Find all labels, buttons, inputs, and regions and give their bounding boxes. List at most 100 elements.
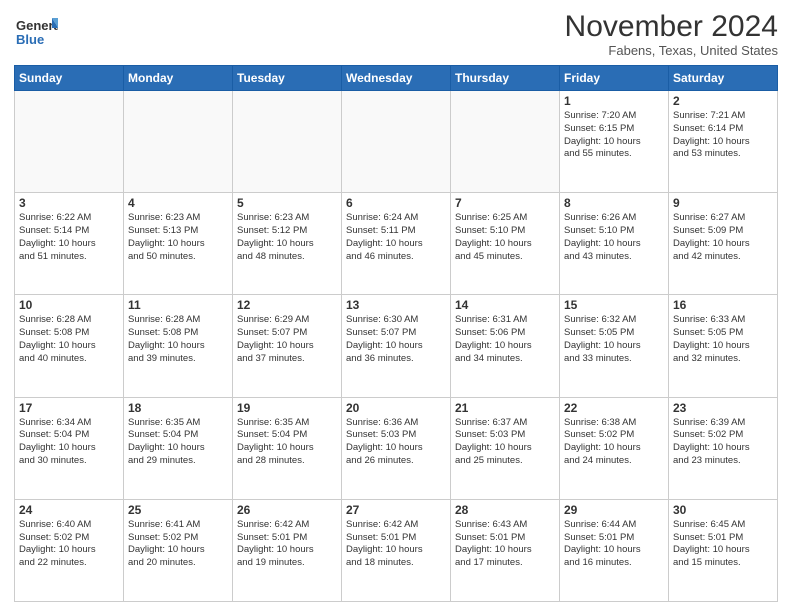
col-header-tuesday: Tuesday bbox=[233, 66, 342, 91]
cell-info: Sunrise: 6:45 AMSunset: 5:01 PMDaylight:… bbox=[673, 519, 773, 570]
day-number: 29 bbox=[564, 503, 664, 517]
calendar-cell bbox=[233, 91, 342, 193]
calendar-cell: 27 Sunrise: 6:42 AMSunset: 5:01 PMDayligh… bbox=[342, 499, 451, 601]
cell-info: Sunrise: 6:29 AMSunset: 5:07 PMDaylight:… bbox=[237, 314, 337, 365]
calendar-cell bbox=[342, 91, 451, 193]
cell-info: Sunrise: 6:44 AMSunset: 5:01 PMDaylight:… bbox=[564, 519, 664, 570]
cell-info: Sunrise: 6:23 AMSunset: 5:12 PMDaylight:… bbox=[237, 212, 337, 263]
day-number: 5 bbox=[237, 196, 337, 210]
calendar-cell: 5 Sunrise: 6:23 AMSunset: 5:12 PMDaylight… bbox=[233, 193, 342, 295]
day-number: 30 bbox=[673, 503, 773, 517]
calendar-cell: 4 Sunrise: 6:23 AMSunset: 5:13 PMDaylight… bbox=[124, 193, 233, 295]
calendar-header-row: SundayMondayTuesdayWednesdayThursdayFrid… bbox=[15, 66, 778, 91]
week-row-3: 17Sunrise: 6:34 AMSunset: 5:04 PMDayligh… bbox=[15, 397, 778, 499]
cell-info: Sunrise: 6:39 AMSunset: 5:02 PMDaylight:… bbox=[673, 417, 773, 468]
calendar-cell bbox=[15, 91, 124, 193]
calendar-cell: 29 Sunrise: 6:44 AMSunset: 5:01 PMDayligh… bbox=[560, 499, 669, 601]
day-number: 24 bbox=[19, 503, 119, 517]
cell-info: Sunrise: 7:20 AMSunset: 6:15 PMDaylight:… bbox=[564, 110, 664, 161]
calendar-cell: 19 Sunrise: 6:35 AMSunset: 5:04 PMDayligh… bbox=[233, 397, 342, 499]
day-number: 15 bbox=[564, 298, 664, 312]
calendar-body: 1 Sunrise: 7:20 AMSunset: 6:15 PMDaylight… bbox=[15, 91, 778, 602]
cell-info: Sunrise: 6:28 AMSunset: 5:08 PMDaylight:… bbox=[128, 314, 228, 365]
col-header-sunday: Sunday bbox=[15, 66, 124, 91]
day-number: 4 bbox=[128, 196, 228, 210]
day-number: 17 bbox=[19, 401, 119, 415]
calendar-cell: 20 Sunrise: 6:36 AMSunset: 5:03 PMDayligh… bbox=[342, 397, 451, 499]
day-number: 21 bbox=[455, 401, 555, 415]
location: Fabens, Texas, United States bbox=[565, 43, 778, 58]
calendar-cell: 14 Sunrise: 6:31 AMSunset: 5:06 PMDayligh… bbox=[451, 295, 560, 397]
cell-info: Sunrise: 6:37 AMSunset: 5:03 PMDaylight:… bbox=[455, 417, 555, 468]
calendar-cell: 24 Sunrise: 6:40 AMSunset: 5:02 PMDayligh… bbox=[15, 499, 124, 601]
cell-info: Sunrise: 6:43 AMSunset: 5:01 PMDaylight:… bbox=[455, 519, 555, 570]
header: General Blue November 2024 Fabens, Texas… bbox=[14, 10, 778, 59]
calendar-cell: 15 Sunrise: 6:32 AMSunset: 5:05 PMDayligh… bbox=[560, 295, 669, 397]
calendar-cell: 9Sunrise: 6:27 AMSunset: 5:09 PMDaylight… bbox=[669, 193, 778, 295]
day-number: 10 bbox=[19, 298, 119, 312]
cell-info: Sunrise: 6:42 AMSunset: 5:01 PMDaylight:… bbox=[346, 519, 446, 570]
calendar-cell: 8Sunrise: 6:26 AMSunset: 5:10 PMDaylight… bbox=[560, 193, 669, 295]
day-number: 3 bbox=[19, 196, 119, 210]
calendar-cell: 12 Sunrise: 6:29 AMSunset: 5:07 PMDayligh… bbox=[233, 295, 342, 397]
calendar-cell: 3 Sunrise: 6:22 AMSunset: 5:14 PMDaylight… bbox=[15, 193, 124, 295]
cell-info: Sunrise: 6:28 AMSunset: 5:08 PMDaylight:… bbox=[19, 314, 119, 365]
cell-info: Sunrise: 6:27 AMSunset: 5:09 PMDaylight:… bbox=[673, 212, 773, 263]
day-number: 2 bbox=[673, 94, 773, 108]
cell-info: Sunrise: 6:25 AMSunset: 5:10 PMDaylight:… bbox=[455, 212, 555, 263]
week-row-2: 10 Sunrise: 6:28 AMSunset: 5:08 PMDayligh… bbox=[15, 295, 778, 397]
calendar-cell: 6Sunrise: 6:24 AMSunset: 5:11 PMDaylight… bbox=[342, 193, 451, 295]
cell-info: Sunrise: 6:31 AMSunset: 5:06 PMDaylight:… bbox=[455, 314, 555, 365]
calendar-cell: 10 Sunrise: 6:28 AMSunset: 5:08 PMDayligh… bbox=[15, 295, 124, 397]
logo: General Blue bbox=[14, 10, 58, 59]
calendar-cell: 18Sunrise: 6:35 AMSunset: 5:04 PMDayligh… bbox=[124, 397, 233, 499]
col-header-thursday: Thursday bbox=[451, 66, 560, 91]
week-row-0: 1 Sunrise: 7:20 AMSunset: 6:15 PMDaylight… bbox=[15, 91, 778, 193]
col-header-wednesday: Wednesday bbox=[342, 66, 451, 91]
day-number: 25 bbox=[128, 503, 228, 517]
col-header-saturday: Saturday bbox=[669, 66, 778, 91]
calendar-cell: 23 Sunrise: 6:39 AMSunset: 5:02 PMDayligh… bbox=[669, 397, 778, 499]
cell-info: Sunrise: 6:40 AMSunset: 5:02 PMDaylight:… bbox=[19, 519, 119, 570]
logo-icon: General Blue bbox=[14, 10, 58, 54]
cell-info: Sunrise: 7:21 AMSunset: 6:14 PMDaylight:… bbox=[673, 110, 773, 161]
col-header-friday: Friday bbox=[560, 66, 669, 91]
day-number: 11 bbox=[128, 298, 228, 312]
day-number: 16 bbox=[673, 298, 773, 312]
cell-info: Sunrise: 6:41 AMSunset: 5:02 PMDaylight:… bbox=[128, 519, 228, 570]
cell-info: Sunrise: 6:33 AMSunset: 5:05 PMDaylight:… bbox=[673, 314, 773, 365]
calendar-cell bbox=[124, 91, 233, 193]
page: General Blue November 2024 Fabens, Texas… bbox=[0, 0, 792, 612]
calendar-cell: 16 Sunrise: 6:33 AMSunset: 5:05 PMDayligh… bbox=[669, 295, 778, 397]
day-number: 6 bbox=[346, 196, 446, 210]
calendar-cell: 25 Sunrise: 6:41 AMSunset: 5:02 PMDayligh… bbox=[124, 499, 233, 601]
svg-text:General: General bbox=[16, 18, 58, 33]
calendar-cell: 26Sunrise: 6:42 AMSunset: 5:01 PMDayligh… bbox=[233, 499, 342, 601]
day-number: 27 bbox=[346, 503, 446, 517]
week-row-1: 3 Sunrise: 6:22 AMSunset: 5:14 PMDaylight… bbox=[15, 193, 778, 295]
cell-info: Sunrise: 6:35 AMSunset: 5:04 PMDaylight:… bbox=[237, 417, 337, 468]
cell-info: Sunrise: 6:22 AMSunset: 5:14 PMDaylight:… bbox=[19, 212, 119, 263]
day-number: 28 bbox=[455, 503, 555, 517]
day-number: 12 bbox=[237, 298, 337, 312]
day-number: 1 bbox=[564, 94, 664, 108]
calendar-cell: 11 Sunrise: 6:28 AMSunset: 5:08 PMDayligh… bbox=[124, 295, 233, 397]
day-number: 19 bbox=[237, 401, 337, 415]
day-number: 8 bbox=[564, 196, 664, 210]
day-number: 20 bbox=[346, 401, 446, 415]
calendar-cell: 13Sunrise: 6:30 AMSunset: 5:07 PMDayligh… bbox=[342, 295, 451, 397]
day-number: 7 bbox=[455, 196, 555, 210]
cell-info: Sunrise: 6:23 AMSunset: 5:13 PMDaylight:… bbox=[128, 212, 228, 263]
day-number: 23 bbox=[673, 401, 773, 415]
calendar-cell: 28 Sunrise: 6:43 AMSunset: 5:01 PMDayligh… bbox=[451, 499, 560, 601]
calendar-cell: 21 Sunrise: 6:37 AMSunset: 5:03 PMDayligh… bbox=[451, 397, 560, 499]
day-number: 18 bbox=[128, 401, 228, 415]
title-block: November 2024 Fabens, Texas, United Stat… bbox=[565, 10, 778, 58]
calendar-cell: 30 Sunrise: 6:45 AMSunset: 5:01 PMDayligh… bbox=[669, 499, 778, 601]
calendar-table: SundayMondayTuesdayWednesdayThursdayFrid… bbox=[14, 65, 778, 602]
cell-info: Sunrise: 6:36 AMSunset: 5:03 PMDaylight:… bbox=[346, 417, 446, 468]
day-number: 14 bbox=[455, 298, 555, 312]
calendar-cell: 7 Sunrise: 6:25 AMSunset: 5:10 PMDaylight… bbox=[451, 193, 560, 295]
calendar-cell: 1 Sunrise: 7:20 AMSunset: 6:15 PMDaylight… bbox=[560, 91, 669, 193]
cell-info: Sunrise: 6:32 AMSunset: 5:05 PMDaylight:… bbox=[564, 314, 664, 365]
